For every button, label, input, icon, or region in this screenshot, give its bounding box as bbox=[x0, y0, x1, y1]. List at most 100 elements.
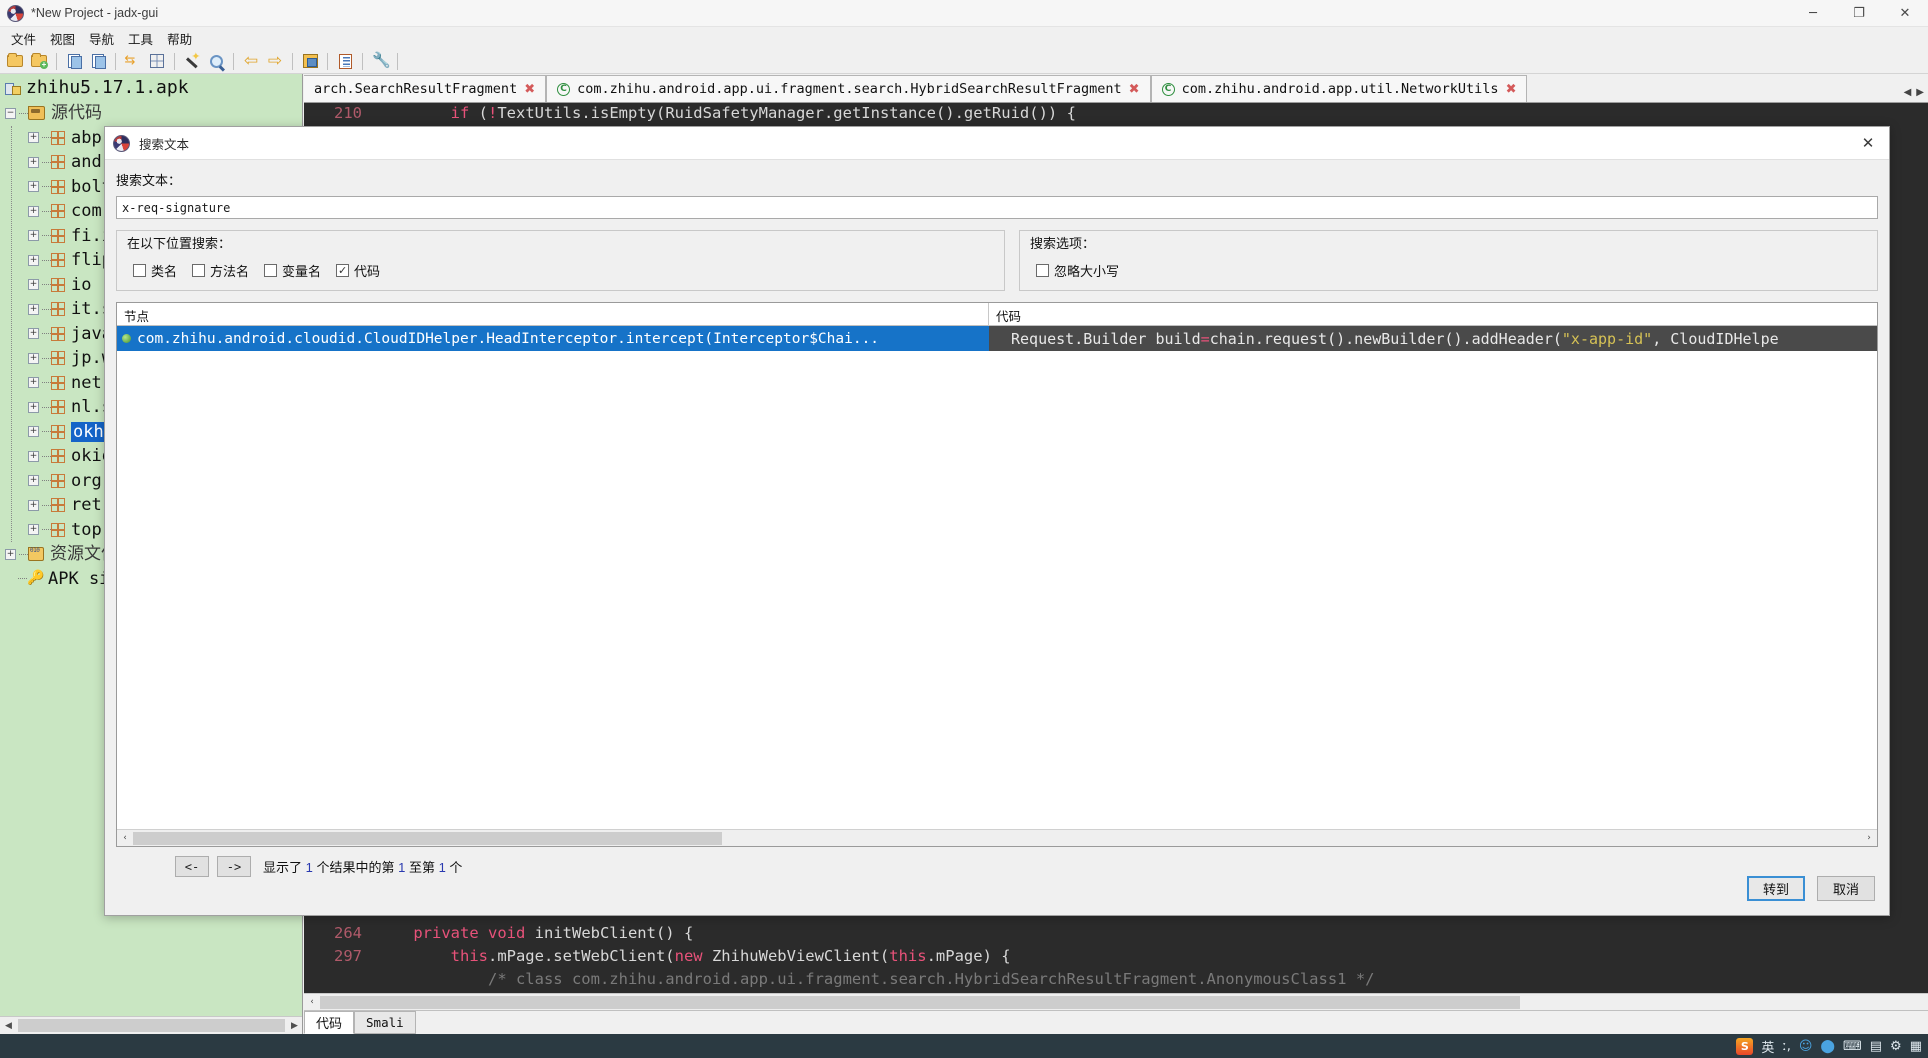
checkbox-box-icon[interactable] bbox=[192, 264, 206, 277]
expand-expander-icon[interactable]: + bbox=[28, 450, 39, 462]
bottom-tab-code[interactable]: 代码 bbox=[304, 1011, 355, 1034]
expand-expander-icon[interactable]: + bbox=[28, 401, 39, 413]
back-button[interactable]: ⇦ bbox=[240, 51, 262, 72]
tab-scroll-left-icon[interactable]: ◀ bbox=[1902, 87, 1914, 98]
decompile-button[interactable] bbox=[299, 51, 321, 72]
scrollbar-track[interactable] bbox=[133, 830, 1861, 846]
tab-label: arch.SearchResultFragment bbox=[314, 81, 518, 97]
deobfuscation-button[interactable] bbox=[146, 51, 168, 72]
menu-view[interactable]: 视图 bbox=[43, 27, 82, 50]
menu-help[interactable]: 帮助 bbox=[160, 27, 199, 50]
tab-close-icon[interactable]: ✖ bbox=[1506, 82, 1517, 97]
mic-icon[interactable]: ⬤ bbox=[1820, 1039, 1835, 1054]
editor-tab-hybrid-search-result-fragment[interactable]: C com.zhihu.android.app.ui.fragment.sear… bbox=[546, 75, 1151, 102]
comma-icon[interactable]: ː, bbox=[1782, 1039, 1791, 1054]
table-row[interactable]: com.zhihu.android.cloudid.CloudIDHelper.… bbox=[117, 326, 1877, 351]
editor-horizontal-scrollbar[interactable]: ‹ bbox=[304, 993, 1928, 1010]
checkbox-field-name[interactable]: 变量名 bbox=[264, 261, 321, 280]
next-page-button[interactable]: -> bbox=[217, 856, 251, 877]
expand-expander-icon[interactable]: + bbox=[28, 352, 39, 364]
expand-expander-icon[interactable]: + bbox=[28, 475, 39, 487]
expand-expander-icon[interactable]: + bbox=[28, 279, 39, 291]
result-code-cell[interactable]: Request.Builder build = chain.request().… bbox=[989, 326, 1877, 351]
close-button[interactable]: ✕ bbox=[1882, 0, 1928, 27]
save-all-button[interactable] bbox=[87, 51, 109, 72]
expand-expander-icon[interactable]: + bbox=[28, 230, 39, 242]
scrollbar-thumb[interactable] bbox=[133, 831, 722, 845]
scroll-right-icon[interactable]: ▶ bbox=[286, 1017, 302, 1034]
toolbox-icon[interactable]: ▤ bbox=[1870, 1039, 1882, 1054]
expand-expander-icon[interactable]: + bbox=[28, 328, 39, 340]
sidebar-horizontal-scrollbar[interactable]: ◀ ▶ bbox=[0, 1016, 302, 1034]
settings-icon[interactable]: ⚙ bbox=[1890, 1039, 1902, 1054]
magic-wand-button[interactable] bbox=[181, 50, 203, 72]
tree-node-source-code[interactable]: − 源代码 bbox=[0, 101, 302, 126]
tab-scroll-controls[interactable]: ◀ ▶ bbox=[1902, 87, 1926, 98]
cancel-button[interactable]: 取消 bbox=[1817, 876, 1875, 901]
search-input[interactable] bbox=[116, 196, 1878, 219]
editor-tab-network-utils[interactable]: C com.zhihu.android.app.util.NetworkUtil… bbox=[1150, 75, 1528, 102]
checkbox-checked-icon[interactable]: ✓ bbox=[336, 264, 350, 277]
sogou-input-icon[interactable]: S bbox=[1736, 1037, 1754, 1055]
expand-expander-icon[interactable]: + bbox=[28, 524, 39, 536]
column-header-node[interactable]: 节点 bbox=[117, 303, 989, 326]
checkbox-box-icon[interactable] bbox=[1036, 264, 1049, 277]
checkbox-method-name[interactable]: 方法名 bbox=[192, 261, 249, 280]
menu-tools[interactable]: 工具 bbox=[121, 27, 160, 50]
scrollbar-track[interactable] bbox=[320, 994, 1928, 1010]
emoji-icon[interactable]: ☺ bbox=[1799, 1039, 1813, 1054]
tab-scroll-right-icon[interactable]: ▶ bbox=[1914, 87, 1926, 98]
magic-wand-icon bbox=[185, 50, 200, 69]
tab-close-icon[interactable]: ✖ bbox=[524, 82, 535, 97]
expand-expander-icon[interactable]: + bbox=[28, 303, 39, 315]
menu-file[interactable]: 文件 bbox=[4, 27, 43, 50]
expand-expander-icon[interactable]: + bbox=[28, 132, 39, 144]
bottom-tab-smali[interactable]: Smali bbox=[354, 1011, 416, 1034]
checkbox-ignore-case[interactable]: 忽略大小写 bbox=[1036, 261, 1119, 280]
minimize-button[interactable]: ─ bbox=[1790, 0, 1836, 27]
language-icon[interactable]: 英 bbox=[1761, 1037, 1774, 1056]
expand-expander-icon[interactable]: + bbox=[28, 156, 39, 168]
dialog-close-button[interactable]: ✕ bbox=[1855, 130, 1881, 156]
expand-expander-icon[interactable]: + bbox=[28, 181, 39, 193]
scroll-left-icon[interactable]: ‹ bbox=[304, 994, 320, 1010]
tree-node-apk-root[interactable]: zhihu5.17.1.apk bbox=[0, 74, 302, 101]
scrollbar-thumb[interactable] bbox=[18, 1019, 285, 1032]
save-as-button[interactable] bbox=[63, 51, 85, 72]
checkbox-box-icon[interactable] bbox=[133, 264, 146, 277]
sync-button[interactable]: ⇆ bbox=[122, 51, 144, 72]
search-results-table[interactable]: 节点 代码 com.zhihu.android.cloudid.CloudIDH… bbox=[116, 302, 1878, 847]
scroll-left-icon[interactable]: ‹ bbox=[117, 830, 133, 846]
prev-page-button[interactable]: <- bbox=[175, 856, 209, 877]
expand-expander-icon[interactable]: + bbox=[28, 426, 39, 438]
forward-button[interactable]: ⇨ bbox=[264, 51, 286, 72]
collapse-expander-icon[interactable]: − bbox=[5, 107, 16, 119]
scroll-left-icon[interactable]: ◀ bbox=[0, 1017, 17, 1034]
keyboard-icon[interactable]: ⌨ bbox=[1843, 1039, 1862, 1054]
open-file-button[interactable] bbox=[4, 51, 26, 72]
expand-expander-icon[interactable]: + bbox=[28, 377, 39, 389]
checkbox-box-icon[interactable] bbox=[264, 264, 278, 277]
maximize-button[interactable]: ❐ bbox=[1836, 0, 1882, 27]
tab-close-icon[interactable]: ✖ bbox=[1129, 82, 1140, 97]
expand-expander-icon[interactable]: + bbox=[28, 254, 39, 266]
search-button[interactable] bbox=[205, 51, 227, 72]
checkbox-class-name[interactable]: 类名 bbox=[133, 261, 177, 280]
results-horizontal-scrollbar[interactable]: ‹ › bbox=[117, 829, 1877, 846]
goto-button[interactable]: 转到 bbox=[1747, 876, 1805, 901]
editor-tab-search-result-fragment[interactable]: arch.SearchResultFragment ✖ bbox=[304, 75, 547, 102]
expand-expander-icon[interactable]: + bbox=[28, 205, 39, 217]
result-node-cell[interactable]: com.zhihu.android.cloudid.CloudIDHelper.… bbox=[117, 326, 989, 351]
scroll-right-icon[interactable]: › bbox=[1861, 830, 1877, 846]
column-header-code[interactable]: 代码 bbox=[989, 303, 1877, 326]
log-viewer-button[interactable] bbox=[334, 51, 356, 72]
apk-icon bbox=[5, 81, 21, 95]
scrollbar-thumb[interactable] bbox=[320, 995, 1520, 1009]
menu-navigation[interactable]: 导航 bbox=[82, 27, 121, 50]
preferences-button[interactable]: 🔧 bbox=[369, 51, 391, 72]
expand-expander-icon[interactable]: + bbox=[28, 499, 39, 511]
expand-expander-icon[interactable]: + bbox=[5, 548, 16, 560]
open-project-button[interactable]: + bbox=[28, 51, 50, 72]
grid-icon[interactable]: ▦ bbox=[1910, 1039, 1922, 1054]
checkbox-code[interactable]: ✓ 代码 bbox=[336, 261, 380, 280]
